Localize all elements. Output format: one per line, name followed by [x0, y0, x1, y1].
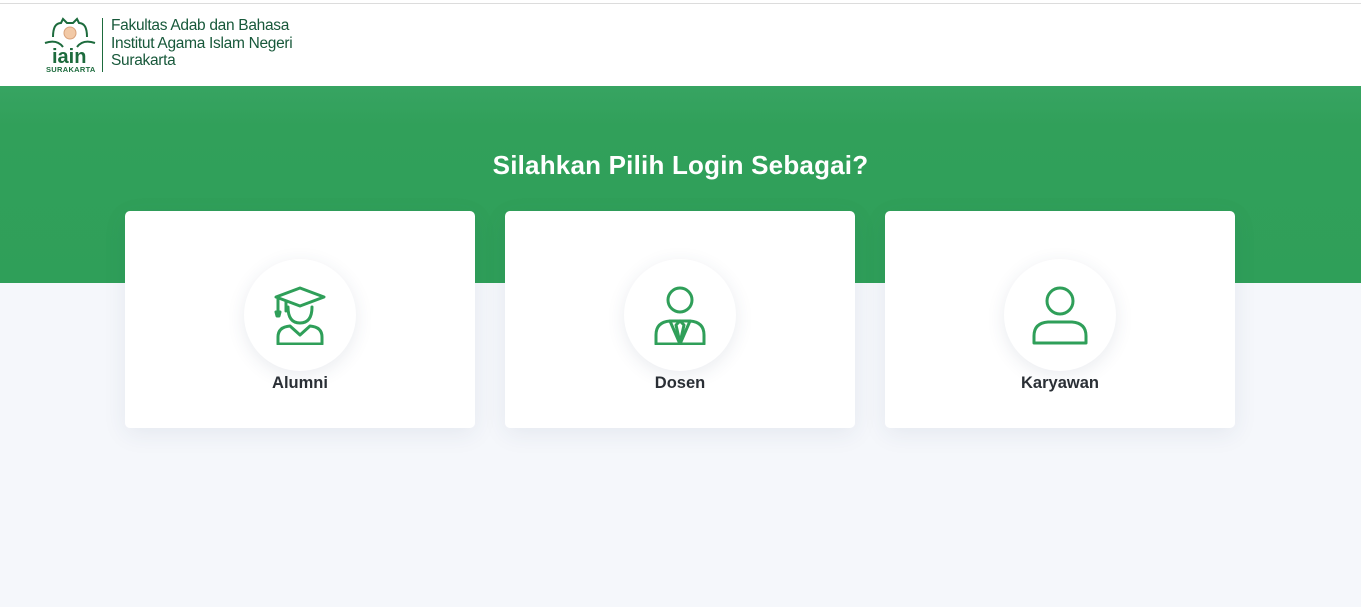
brand-line-2: Institut Agama Islam Negeri — [111, 34, 293, 52]
login-option-karyawan[interactable]: Karyawan — [885, 211, 1235, 428]
icon-circle — [244, 259, 356, 371]
brand-line-1: Fakultas Adab dan Bahasa — [111, 17, 290, 34]
logo-caption: SURAKARTA — [46, 65, 96, 74]
login-option-alumni[interactable]: Alumni — [125, 211, 475, 428]
brand-text: Fakultas Adab dan Bahasa Institut Agama … — [111, 17, 293, 70]
site-header: iain SURAKARTA Fakultas Adab dan Bahasa … — [0, 4, 1361, 86]
iain-logo: iain SURAKARTA — [43, 17, 97, 74]
graduate-icon — [274, 286, 326, 345]
lecturer-icon — [654, 286, 706, 345]
icon-circle — [624, 259, 736, 371]
option-label: Dosen — [654, 374, 706, 392]
login-option-dosen[interactable]: Dosen — [505, 211, 855, 428]
icon-circle — [1004, 259, 1116, 371]
brand-divider — [102, 18, 103, 72]
brand[interactable]: iain SURAKARTA Fakultas Adab dan Bahasa … — [43, 17, 293, 74]
option-label: Karyawan — [1021, 374, 1099, 392]
option-label: Alumni — [272, 374, 328, 392]
svg-text:iain: iain — [52, 46, 86, 67]
brand-line-3: Surakarta — [111, 52, 176, 69]
user-icon — [1032, 286, 1088, 345]
page-title: Silahkan Pilih Login Sebagai? — [492, 150, 869, 180]
